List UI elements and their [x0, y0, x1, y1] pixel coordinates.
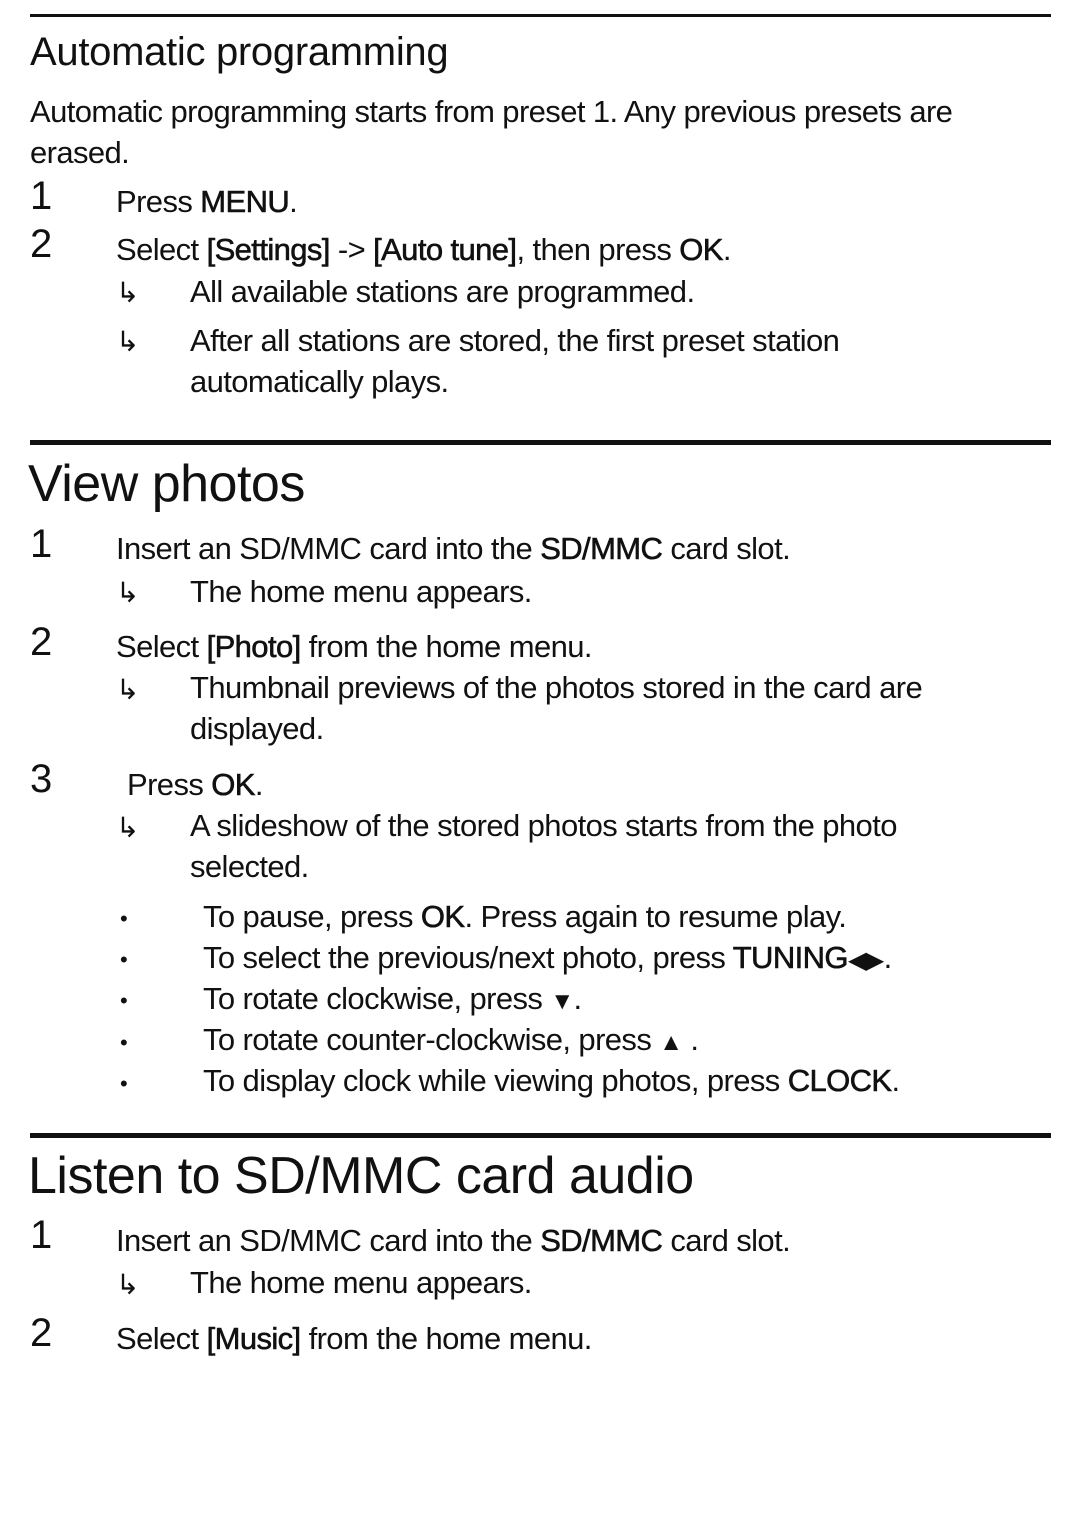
step-text-part: Select [116, 1321, 207, 1356]
result-arrow-icon: ↳ [116, 326, 140, 357]
step-text-part: Press [127, 767, 212, 802]
step-number: 1 [30, 1213, 53, 1257]
bullet-text: To select the previous/next photo, press… [203, 940, 892, 976]
step-text-part: from the home menu. [300, 629, 593, 664]
top-divider [30, 14, 1051, 17]
bullet-icon: • [120, 1030, 128, 1055]
step-number: 2 [30, 1311, 53, 1355]
step-text: Press OK. [127, 767, 263, 803]
step-text: Press MENU. [116, 184, 298, 220]
menu-key-label: MENU [200, 184, 290, 220]
step-number: 1 [30, 174, 53, 218]
step-text-part: , then press [516, 232, 680, 267]
bullet-text-part: To rotate clockwise, press [203, 981, 551, 1016]
bullet-icon: • [120, 988, 128, 1013]
step-text-part: . [722, 232, 732, 267]
section-title-automatic-programming: Automatic programming [30, 30, 449, 74]
bullet-text-part: To pause, press [203, 899, 421, 934]
result-text-cont: selected. [190, 849, 309, 884]
bullet-text: To rotate counter-clockwise, press ▲ . [203, 1022, 699, 1058]
step-text-part: Select [116, 629, 207, 664]
up-arrow-icon: ▲ [659, 1029, 683, 1056]
card-slot-label: SD/MMC [540, 1223, 663, 1259]
tuning-key-label: TUNING [732, 940, 848, 976]
result-arrow-icon: ↳ [116, 577, 140, 608]
result-arrow-icon: ↳ [116, 277, 140, 308]
bullet-icon: • [120, 906, 128, 931]
ok-key-label: OK [420, 899, 466, 935]
section-divider [30, 440, 1051, 445]
step-text-part: card slot. [662, 1223, 791, 1258]
step-text-part: . [289, 184, 298, 219]
step-text-part: from the home menu. [300, 1321, 593, 1356]
result-arrow-icon: ↳ [116, 1269, 140, 1300]
card-slot-label: SD/MMC [540, 531, 663, 567]
step-text: Insert an SD/MMC card into the SD/MMC ca… [116, 531, 791, 567]
menu-option-photo: [Photo] [206, 629, 301, 665]
intro-text: Automatic programming starts from preset… [30, 94, 953, 130]
section-title-listen-audio: Listen to SD/MMC card audio [28, 1147, 694, 1205]
bullet-text-part: . Press again to resume play. [464, 899, 847, 934]
bullet-icon: • [120, 947, 128, 972]
step-number: 1 [30, 522, 53, 566]
step-text-part: Insert an SD/MMC card into the [116, 1223, 541, 1258]
result-text: After all stations are stored, the first… [190, 323, 840, 358]
bullet-text: To display clock while viewing photos, p… [203, 1063, 900, 1099]
result-text: The home menu appears. [190, 574, 532, 609]
result-arrow-icon: ↳ [116, 674, 140, 705]
menu-option-settings: [Settings] [206, 232, 330, 268]
step-text-part: card slot. [662, 531, 791, 566]
step-number: 2 [30, 620, 53, 664]
step-text-part: Press [116, 184, 201, 219]
step-text: Select [Music] from the home menu. [116, 1321, 592, 1357]
step-text-part: . [254, 767, 264, 802]
bullet-text-part: To select the previous/next photo, press [203, 940, 733, 975]
intro-line-1: Automatic programming starts from preset… [30, 94, 953, 129]
clock-key-label: CLOCK [787, 1063, 892, 1099]
result-text: Thumbnail previews of the photos stored … [190, 670, 923, 705]
intro-text-cont: erased. [30, 135, 130, 170]
step-number: 2 [30, 222, 53, 266]
result-text-cont: displayed. [190, 711, 324, 746]
ok-key-label: OK [211, 767, 256, 803]
step-text: Insert an SD/MMC card into the SD/MMC ca… [116, 1223, 791, 1259]
bullet-text-part: To display clock while viewing photos, p… [203, 1063, 788, 1098]
bullet-text-part: . [573, 981, 582, 1016]
result-text: All available stations are programmed. [190, 274, 695, 309]
step-text: Select [Settings] -> [Auto tune], then p… [116, 232, 731, 268]
menu-option-auto-tune: [Auto tune] [373, 232, 518, 268]
result-text-cont: automatically plays. [190, 364, 449, 399]
result-text: A slideshow of the stored photos starts … [190, 808, 897, 843]
left-right-arrow-icon: ◀▶ [847, 947, 884, 974]
step-text-part: -> [329, 232, 374, 267]
section-title-view-photos: View photos [28, 455, 305, 513]
section-divider [30, 1133, 1051, 1138]
step-text: Select [Photo] from the home menu. [116, 629, 592, 665]
bullet-text-part: . [682, 1022, 699, 1057]
result-arrow-icon: ↳ [116, 812, 140, 843]
menu-option-music: [Music] [206, 1321, 301, 1357]
bullet-text-part: To rotate counter-clockwise, press [203, 1022, 660, 1057]
bullet-text: To rotate clockwise, press ▼. [203, 981, 582, 1017]
bullet-icon: • [120, 1071, 128, 1096]
step-text-part: Select [116, 232, 207, 267]
step-text-part: Insert an SD/MMC card into the [116, 531, 541, 566]
bullet-text: To pause, press OK. Press again to resum… [203, 899, 847, 935]
step-number: 3 [30, 757, 53, 801]
result-text: The home menu appears. [190, 1265, 532, 1300]
bullet-text-part: . [891, 1063, 901, 1098]
down-arrow-icon: ▼ [550, 988, 574, 1015]
bullet-text-part: . [883, 940, 893, 975]
ok-key-label: OK [679, 232, 724, 268]
